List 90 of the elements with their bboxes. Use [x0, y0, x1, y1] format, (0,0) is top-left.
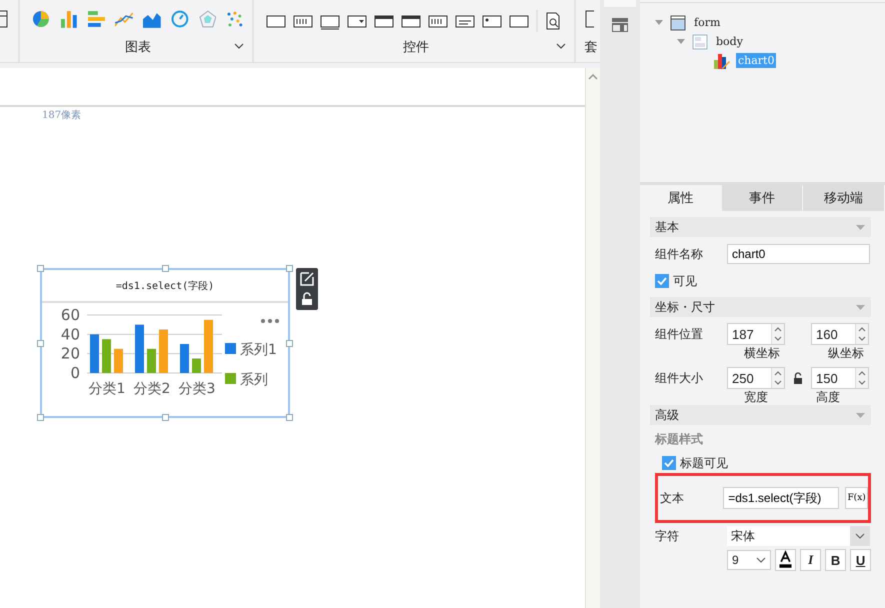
checkbox-label: 可见 — [673, 272, 697, 290]
more-icon[interactable] — [261, 319, 279, 323]
font-color-icon[interactable] — [775, 549, 796, 571]
font-size-dropdown[interactable]: 9 — [727, 550, 772, 570]
category-label: 分类1 — [88, 381, 126, 397]
body-layout-icon — [692, 34, 708, 50]
chevron-down-icon[interactable] — [855, 533, 865, 539]
unlocked-padlock-icon[interactable] — [301, 292, 313, 306]
subsection-title: 标题样式 — [654, 430, 704, 448]
width-spinner[interactable]: 250 — [727, 367, 785, 389]
resize-handle[interactable] — [286, 265, 293, 272]
group-label: 图表 — [125, 39, 151, 56]
form-icon — [670, 14, 686, 30]
spin-arrows-icon[interactable] — [855, 324, 868, 344]
horizontal-bar-icon[interactable] — [88, 10, 106, 28]
field-caption: 宽度 — [744, 389, 768, 405]
section-header[interactable]: 基本 — [650, 217, 871, 237]
panel-tab[interactable]: 移动端 — [803, 185, 885, 211]
y-tick-label: 40 — [60, 325, 80, 344]
y-tick-label: 0 — [70, 364, 80, 382]
scroll-up-icon[interactable] — [588, 74, 598, 80]
text-style-button[interactable]: I — [800, 549, 822, 571]
legend-label: 系列1 — [240, 342, 277, 358]
chevron-down-icon[interactable] — [556, 43, 566, 49]
resize-handle[interactable] — [37, 414, 44, 421]
preview-icon[interactable] — [545, 12, 561, 30]
unlocked-padlock-icon[interactable] — [793, 372, 803, 384]
resize-handle[interactable] — [37, 340, 44, 347]
spin-arrows-icon[interactable] — [771, 368, 784, 388]
checkbox-label: 标题可见 — [680, 454, 728, 472]
field-caption: 高度 — [816, 389, 840, 405]
tree-node-label[interactable]: body — [714, 34, 745, 49]
field-caption: 纵坐标 — [828, 345, 864, 361]
ruler-label: 187像素 — [42, 108, 82, 122]
resize-handle[interactable] — [286, 414, 293, 421]
resize-handle[interactable] — [286, 340, 293, 347]
checkbox[interactable] — [655, 274, 669, 288]
edit-icon[interactable] — [300, 272, 314, 286]
resize-handle[interactable] — [37, 265, 44, 272]
legend-swatch — [225, 373, 236, 384]
resize-handle[interactable] — [162, 265, 169, 272]
height-spinner[interactable]: 150 — [811, 367, 869, 389]
text-style-button[interactable]: B — [825, 549, 846, 571]
layout-panel-icon[interactable] — [612, 18, 628, 32]
checkbox[interactable] — [662, 456, 676, 470]
category-label: 分类3 — [178, 381, 216, 397]
field-label: 字符 — [654, 528, 680, 544]
field-label: 组件大小 — [654, 370, 704, 386]
font-dropdown[interactable]: 宋体 — [727, 526, 870, 546]
tree-toggle-icon[interactable] — [654, 20, 664, 26]
field-caption: 横坐标 — [744, 345, 780, 361]
category-label: 分类2 — [134, 381, 170, 397]
section-title: 高级 — [655, 406, 679, 424]
field-label: 组件名称 — [654, 246, 704, 262]
scrollbar[interactable] — [585, 68, 600, 608]
chevron-down-icon[interactable] — [756, 557, 766, 563]
formula-button[interactable]: F(x) — [845, 487, 868, 509]
scatter-chart-icon[interactable] — [226, 10, 244, 28]
layout-icon[interactable] — [0, 10, 8, 28]
name-field[interactable]: chart0 — [727, 244, 870, 264]
group-label: 套 — [584, 39, 598, 56]
area-chart-icon[interactable] — [143, 10, 161, 28]
section-title: 基本 — [655, 218, 679, 236]
gauge-icon[interactable] — [170, 10, 188, 28]
legend-label: 系列 — [240, 372, 268, 388]
group-label: 控件 — [403, 39, 429, 56]
x-spinner[interactable]: 187 — [727, 323, 785, 345]
y-tick-label: 60 — [60, 306, 80, 324]
section-title: 坐标・尺寸 — [655, 298, 715, 316]
tree-node-label[interactable]: form — [692, 15, 722, 30]
section-header[interactable]: 高级 — [650, 405, 871, 425]
panel-tab[interactable]: 事件 — [722, 185, 804, 211]
spin-arrows-icon[interactable] — [855, 368, 868, 388]
chart-node-icon — [714, 52, 730, 68]
tree-toggle-icon[interactable] — [676, 38, 686, 44]
text-style-button[interactable]: U — [850, 549, 872, 571]
chevron-down-icon[interactable] — [234, 43, 244, 49]
spin-arrows-icon[interactable] — [771, 324, 784, 344]
legend-swatch — [225, 343, 236, 354]
title-text-field[interactable]: =ds1.select(字段) — [723, 487, 840, 509]
y-tick-label: 20 — [60, 344, 80, 363]
field-label: 文本 — [659, 490, 685, 506]
field-label: 组件位置 — [654, 326, 704, 342]
resize-handle[interactable] — [162, 414, 169, 421]
pie-chart-icon[interactable] — [32, 10, 50, 28]
chart-widget[interactable]: =ds1.select(字段) 0 20 40 60 分类1 分类2 分类3 系列1 系列 — [40, 268, 290, 418]
section-header[interactable]: 坐标・尺寸 — [650, 297, 871, 317]
bar-chart-icon[interactable] — [60, 10, 78, 28]
y-spinner[interactable]: 160 — [811, 323, 869, 345]
line-chart-icon[interactable] — [115, 10, 133, 28]
